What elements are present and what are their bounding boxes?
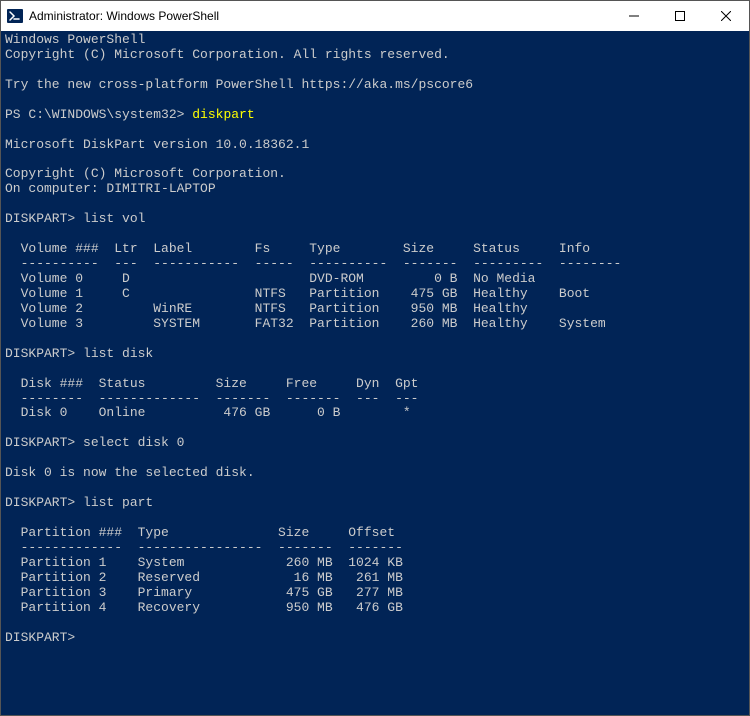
ps-prompt: PS C:\WINDOWS\system32> <box>5 107 192 122</box>
vol-sep: ---------- --- ----------- ----- -------… <box>5 256 621 271</box>
ps-command: diskpart <box>192 107 254 122</box>
vol-row: Volume 2 WinRE NTFS Partition 950 MB Hea… <box>5 301 528 316</box>
ps-try-line: Try the new cross-platform PowerShell ht… <box>5 77 473 92</box>
cmd-list-part: list part <box>83 495 153 510</box>
window-title: Administrator: Windows PowerShell <box>29 9 611 23</box>
part-row: Partition 1 System 260 MB 1024 KB <box>5 555 403 570</box>
powershell-window: Administrator: Windows PowerShell Window… <box>0 0 750 716</box>
cmd-select-disk: select disk 0 <box>83 435 184 450</box>
diskpart-copyright: Copyright (C) Microsoft Corporation. <box>5 166 286 181</box>
part-row: Partition 3 Primary 475 GB 277 MB <box>5 585 403 600</box>
vol-row: Volume 3 SYSTEM FAT32 Partition 260 MB H… <box>5 316 606 331</box>
titlebar[interactable]: Administrator: Windows PowerShell <box>1 1 749 31</box>
disk-sep: -------- ------------- ------- ------- -… <box>5 391 418 406</box>
cmd-list-disk: list disk <box>83 346 153 361</box>
diskpart-prompt: DISKPART> <box>5 435 83 450</box>
ps-banner-line1: Windows PowerShell <box>5 32 145 47</box>
vol-row: Volume 0 D DVD-ROM 0 B No Media <box>5 271 536 286</box>
vol-header: Volume ### Ltr Label Fs Type Size Status… <box>5 241 590 256</box>
minimize-button[interactable] <box>611 1 657 31</box>
close-button[interactable] <box>703 1 749 31</box>
part-row: Partition 2 Reserved 16 MB 261 MB <box>5 570 403 585</box>
diskpart-prompt: DISKPART> <box>5 211 83 226</box>
part-sep: ------------- ---------------- ------- -… <box>5 540 403 555</box>
maximize-button[interactable] <box>657 1 703 31</box>
disk-header: Disk ### Status Size Free Dyn Gpt <box>5 376 418 391</box>
diskpart-prompt: DISKPART> <box>5 495 83 510</box>
ps-banner-line2: Copyright (C) Microsoft Corporation. All… <box>5 47 450 62</box>
diskpart-prompt: DISKPART> <box>5 346 83 361</box>
part-row: Partition 4 Recovery 950 MB 476 GB <box>5 600 403 615</box>
select-disk-msg: Disk 0 is now the selected disk. <box>5 465 255 480</box>
vol-row: Volume 1 C NTFS Partition 475 GB Healthy… <box>5 286 590 301</box>
diskpart-prompt-final: DISKPART> <box>5 630 83 645</box>
terminal-output[interactable]: Windows PowerShell Copyright (C) Microso… <box>1 31 749 715</box>
disk-row: Disk 0 Online 476 GB 0 B * <box>5 405 411 420</box>
diskpart-computer: On computer: DIMITRI-LAPTOP <box>5 181 216 196</box>
cmd-list-vol: list vol <box>83 211 145 226</box>
powershell-icon <box>7 8 23 24</box>
diskpart-version: Microsoft DiskPart version 10.0.18362.1 <box>5 137 309 152</box>
window-controls <box>611 1 749 31</box>
part-header: Partition ### Type Size Offset <box>5 525 395 540</box>
